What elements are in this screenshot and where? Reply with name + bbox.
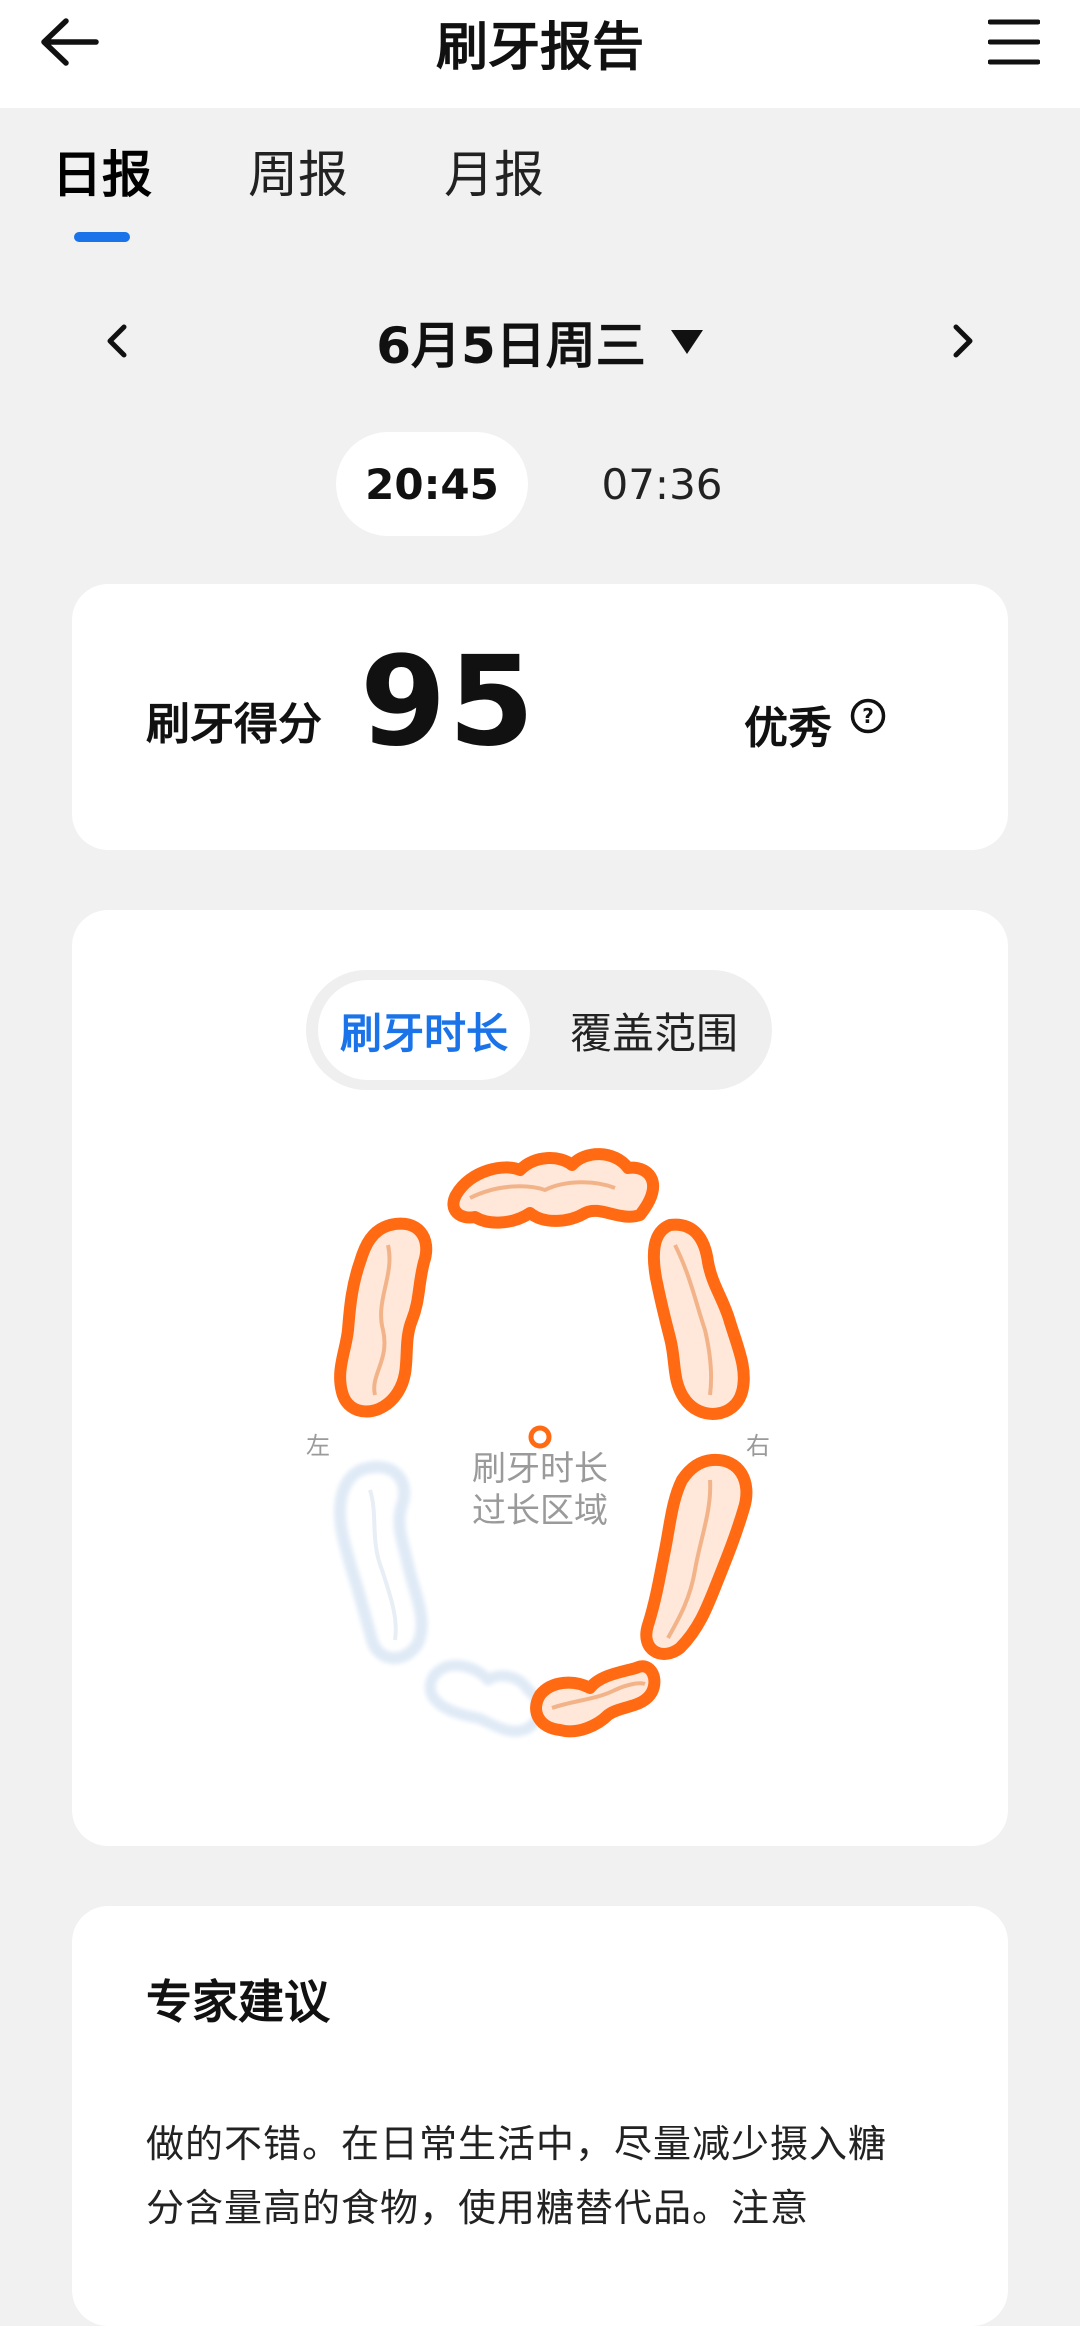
advice-text: 做的不错。在日常生活中，尽量减少摄入糖分含量高的食物，使用糖替代品。注意 — [146, 2122, 888, 2230]
legend-marker-icon — [528, 1425, 552, 1449]
legend-line-1: 刷牙时长 — [472, 1449, 608, 1489]
zone-lower-front-right — [530, 1660, 661, 1738]
zone-lower-right — [640, 1453, 753, 1660]
right-side-label: 右 — [746, 1432, 770, 1460]
zone-lower-left — [334, 1460, 428, 1665]
zone-upper-front — [447, 1148, 659, 1229]
left-side-label: 左 — [306, 1432, 330, 1460]
zone-upper-left — [334, 1217, 433, 1418]
zone-lower-front-left — [424, 1660, 545, 1737]
advice-title: 专家建议 — [146, 1975, 330, 2029]
legend-text: 刷牙时长 过长区域 — [440, 1448, 640, 1532]
zone-upper-right — [647, 1218, 750, 1420]
legend-line-2: 过长区域 — [472, 1491, 608, 1531]
